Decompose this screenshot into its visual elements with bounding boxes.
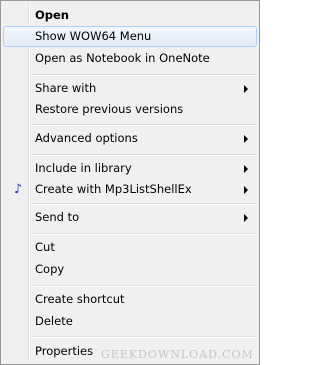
menu-item-label: Copy xyxy=(35,262,65,276)
menu-item-label: Send to xyxy=(35,210,80,224)
menu-item-label: Open xyxy=(35,8,69,22)
menu-item-label: Delete xyxy=(35,314,73,328)
menu-separator xyxy=(30,285,256,287)
menu-item-label: Create with Mp3ListShellEx xyxy=(35,182,192,196)
menu-item-show-wow64-menu[interactable]: Show WOW64 Menu xyxy=(3,26,257,47)
menu-item-advanced-options[interactable]: Advanced options xyxy=(3,128,257,149)
menu-item-label: Share with xyxy=(35,81,97,95)
menu-item-label: Restore previous versions xyxy=(35,102,184,116)
submenu-arrow-icon xyxy=(244,186,248,194)
menu-separator xyxy=(30,233,256,235)
menu-separator xyxy=(30,336,256,338)
menu-item-label: Cut xyxy=(35,240,55,254)
menu-item-label: Properties xyxy=(35,344,94,358)
menu-item-open[interactable]: Open xyxy=(3,5,257,26)
menu-item-label: Advanced options xyxy=(35,131,138,145)
menu-item-create-with-mp3listshellex[interactable]: ♪ Create with Mp3ListShellEx xyxy=(3,179,257,200)
context-menu: Open Show WOW64 Menu Open as Notebook in… xyxy=(0,0,260,365)
watermark: GEEKDOWNLOAD.COM xyxy=(101,348,254,361)
menu-separator xyxy=(30,74,256,76)
menu-item-send-to[interactable]: Send to xyxy=(3,207,257,228)
menu-item-delete[interactable]: Delete xyxy=(3,311,257,332)
menu-item-create-shortcut[interactable]: Create shortcut xyxy=(3,289,257,310)
submenu-arrow-icon xyxy=(244,214,248,222)
menu-item-open-as-notebook-in-onenote[interactable]: Open as Notebook in OneNote xyxy=(3,48,257,69)
menu-item-restore-previous-versions[interactable]: Restore previous versions xyxy=(3,99,257,120)
menu-item-share-with[interactable]: Share with xyxy=(3,78,257,99)
menu-item-copy[interactable]: Copy xyxy=(3,259,257,280)
menu-item-label: Include in library xyxy=(35,161,132,175)
menu-separator xyxy=(30,154,256,156)
submenu-arrow-icon xyxy=(244,135,248,143)
menu-item-label: Show WOW64 Menu xyxy=(35,29,152,43)
menu-separator xyxy=(30,203,256,205)
music-note-icon: ♪ xyxy=(13,182,23,197)
menu-item-cut[interactable]: Cut xyxy=(3,237,257,258)
submenu-arrow-icon xyxy=(244,165,248,173)
submenu-arrow-icon xyxy=(244,85,248,93)
menu-item-include-in-library[interactable]: Include in library xyxy=(3,158,257,179)
menu-separator xyxy=(30,124,256,126)
menu-item-label: Open as Notebook in OneNote xyxy=(35,51,210,65)
menu-item-label: Create shortcut xyxy=(35,292,125,306)
